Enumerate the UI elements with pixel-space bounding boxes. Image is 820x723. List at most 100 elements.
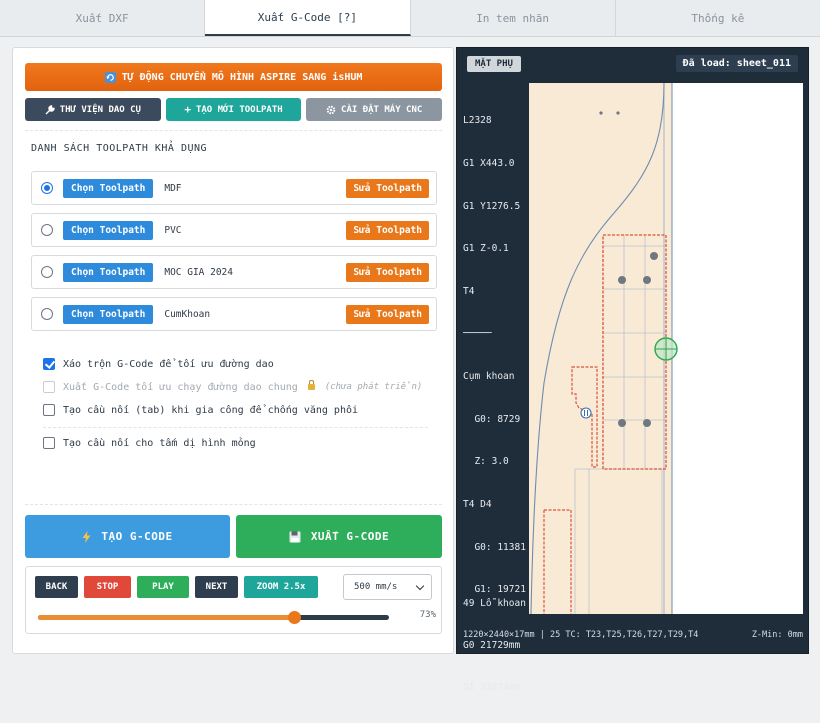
- choose-toolpath-button[interactable]: Chọn Toolpath: [63, 178, 154, 198]
- toolpath-radio[interactable]: [41, 308, 53, 320]
- tab-xuat-dxf[interactable]: Xuất DXF: [0, 0, 206, 36]
- option-label: Tạo cầu nối cho tấm dị hình mỏng: [63, 437, 256, 449]
- progress-percent: 73%: [419, 610, 436, 620]
- toolpath-radio[interactable]: [41, 266, 53, 278]
- top-tabs: Xuất DXF Xuất G-Code [?] In tem nhãn Thố…: [0, 0, 820, 37]
- divider: [25, 504, 442, 505]
- option-label: Tạo cầu nối (tab) khi gia công để chống …: [63, 404, 359, 416]
- sheet-offcut: [672, 83, 803, 614]
- stop-button[interactable]: STOP: [84, 576, 131, 598]
- toolpath-radio[interactable]: [41, 182, 53, 194]
- start-marker: [580, 407, 592, 419]
- sheet-dimensions: 1220×2440×17mm | 25 TC: T23,T25,T26,T27,…: [463, 630, 699, 640]
- simulation-player: BACK STOP PLAY NEXT ZOOM 2.5x 500 mm/s 7…: [25, 566, 442, 634]
- tool-library-button[interactable]: THƯ VIỆN DAO CỤ: [25, 98, 161, 121]
- bolt-icon: [82, 530, 91, 543]
- toolpath-row-mdf[interactable]: Chọn Toolpath MDF Sửa Toolpath: [31, 171, 437, 205]
- control-panel: TỰ ĐỘNG CHUYỂN MÔ HÌNH ASPIRE SANG isHUM…: [12, 47, 454, 654]
- option-optimize-shared-path: Xuất G-Code tối ưu chạy đường dao chung …: [43, 380, 423, 393]
- edit-toolpath-button[interactable]: Sửa Toolpath: [346, 262, 429, 282]
- option-thin-shape-tabs[interactable]: Tạo cầu nối cho tấm dị hình mỏng: [43, 437, 256, 449]
- divider: [25, 130, 442, 131]
- option-checkbox[interactable]: [43, 404, 55, 416]
- option-create-tabs[interactable]: Tạo cầu nối (tab) khi gia công để chống …: [43, 404, 358, 416]
- gcode-line: Z: 3.0: [463, 456, 509, 468]
- zoom-button[interactable]: ZOOM 2.5x: [244, 576, 318, 598]
- tab-in-tem-nhan[interactable]: In tem nhãn: [411, 0, 616, 36]
- gcode-info: L2328 G1 X443.0 G1 Y1276.5 G1 Z-0.1 T4 ─…: [463, 86, 526, 626]
- option-label: Xáo trộn G-Code để tối ưu đường dao: [63, 358, 274, 370]
- generate-gcode-button[interactable]: TẠO G-CODE: [25, 515, 230, 558]
- summary-line: G1 32874mm: [463, 682, 521, 693]
- option-checkbox: [43, 381, 55, 393]
- gcode-line: L2328: [463, 115, 492, 127]
- toolbar: THƯ VIỆN DAO CỤ + TẠO MỚI TOOLPATH CÀI Đ…: [25, 98, 443, 121]
- tool-library-label: THƯ VIỆN DAO CỤ: [59, 104, 141, 115]
- gcode-line: G0: 8729: [463, 413, 521, 425]
- summary-line: 49 Lỗ khoan: [463, 598, 526, 609]
- gcode-line: G1 Z-0.1: [463, 243, 509, 255]
- progress-slider[interactable]: [38, 611, 389, 624]
- cnc-settings-label: CÀI ĐẶT MÁY CNC: [341, 104, 423, 115]
- play-button[interactable]: PLAY: [137, 576, 189, 598]
- z-min-readout: Z-Min: 0mm: [751, 630, 803, 640]
- option-shuffle-gcode[interactable]: Xáo trộn G-Code để tối ưu đường dao: [43, 358, 274, 370]
- option-checkbox[interactable]: [43, 437, 55, 449]
- plus-icon: +: [184, 103, 191, 116]
- toolpath-row-pvc[interactable]: Chọn Toolpath PVC Sửa Toolpath: [31, 213, 437, 247]
- toolpath-row-moc-gia[interactable]: Chọn Toolpath MOC GIA 2024 Sửa Toolpath: [31, 255, 437, 289]
- toolpath-name: MOC GIA 2024: [164, 266, 233, 278]
- back-button[interactable]: BACK: [35, 576, 78, 598]
- side-toggle-button[interactable]: MẶT PHỤ: [467, 56, 521, 72]
- toolpath-canvas[interactable]: [529, 82, 803, 615]
- floppy-disk-icon: [289, 531, 301, 542]
- preview-footer: 1220×2440×17mm | 25 TC: T23,T25,T26,T27,…: [463, 630, 803, 640]
- aspire-convert-button[interactable]: TỰ ĐỘNG CHUYỂN MÔ HÌNH ASPIRE SANG isHUM: [25, 63, 442, 91]
- generate-gcode-label: TẠO G-CODE: [101, 530, 173, 543]
- progress-fill: [38, 615, 295, 620]
- speed-value: 500 mm/s: [354, 582, 398, 592]
- cnc-settings-button[interactable]: CÀI ĐẶT MÁY CNC: [306, 98, 443, 121]
- gcode-line: G1 X443.0: [463, 158, 515, 170]
- option-label: Xuất G-Code tối ưu chạy đường dao chung: [63, 381, 298, 393]
- choose-toolpath-button[interactable]: Chọn Toolpath: [63, 262, 154, 282]
- tab-thong-ke[interactable]: Thống kê: [616, 0, 820, 36]
- summary-line: G0 21729mm: [463, 640, 521, 651]
- loaded-sheet-badge: Đã load: sheet_011: [675, 55, 798, 72]
- tab-xuat-gcode[interactable]: Xuất G-Code [?]: [205, 0, 411, 36]
- drill-summary: 49 Lỗ khoan G0 21729mm G1 32874mm: [463, 569, 526, 723]
- toolpath-name: CumKhoan: [164, 308, 211, 320]
- next-button[interactable]: NEXT: [195, 576, 238, 598]
- toolpath-name: MDF: [164, 182, 182, 194]
- gcode-line: G0: 11381: [463, 541, 526, 553]
- chevron-down-icon: [415, 581, 425, 591]
- toolpath-row-cumkhoan[interactable]: Chọn Toolpath CumKhoan Sửa Toolpath: [31, 297, 437, 331]
- option-checkbox[interactable]: [43, 358, 55, 370]
- export-gcode-button[interactable]: XUẤT G-CODE: [236, 515, 442, 558]
- speed-select[interactable]: 500 mm/s: [343, 574, 432, 600]
- lock-icon: [307, 380, 315, 390]
- wrench-icon: [45, 104, 55, 114]
- gear-icon: [326, 105, 336, 114]
- new-toolpath-button[interactable]: + TẠO MỚI TOOLPATH: [165, 98, 302, 121]
- option-note: (chưa phát triển): [324, 382, 423, 392]
- toolpath-list-title: DANH SÁCH TOOLPATH KHẢ DỤNG: [31, 143, 208, 154]
- banner-label: TỰ ĐỘNG CHUYỂN MÔ HÌNH ASPIRE SANG isHUM: [121, 71, 363, 83]
- toolpath-radio[interactable]: [41, 224, 53, 236]
- toolpath-drawing: [529, 82, 803, 615]
- choose-toolpath-button[interactable]: Chọn Toolpath: [63, 304, 154, 324]
- edit-toolpath-button[interactable]: Sửa Toolpath: [346, 220, 429, 240]
- export-gcode-label: XUẤT G-CODE: [310, 530, 390, 543]
- progress-handle[interactable]: [288, 611, 302, 624]
- gcode-line: T4 D4: [463, 498, 492, 510]
- edit-toolpath-button[interactable]: Sửa Toolpath: [346, 304, 429, 324]
- choose-toolpath-button[interactable]: Chọn Toolpath: [63, 220, 154, 240]
- edit-toolpath-button[interactable]: Sửa Toolpath: [346, 178, 429, 198]
- gcode-line: Cụm khoan: [463, 371, 515, 383]
- toolpath-name: PVC: [164, 224, 182, 236]
- gcode-line: T4: [463, 285, 475, 297]
- gcode-line: G1 Y1276.5: [463, 200, 521, 212]
- gcode-separator: ─────: [463, 328, 492, 340]
- preview-panel: MẶT PHỤ Đã load: sheet_011 L2328 G1 X443…: [456, 47, 809, 693]
- divider: [43, 427, 428, 428]
